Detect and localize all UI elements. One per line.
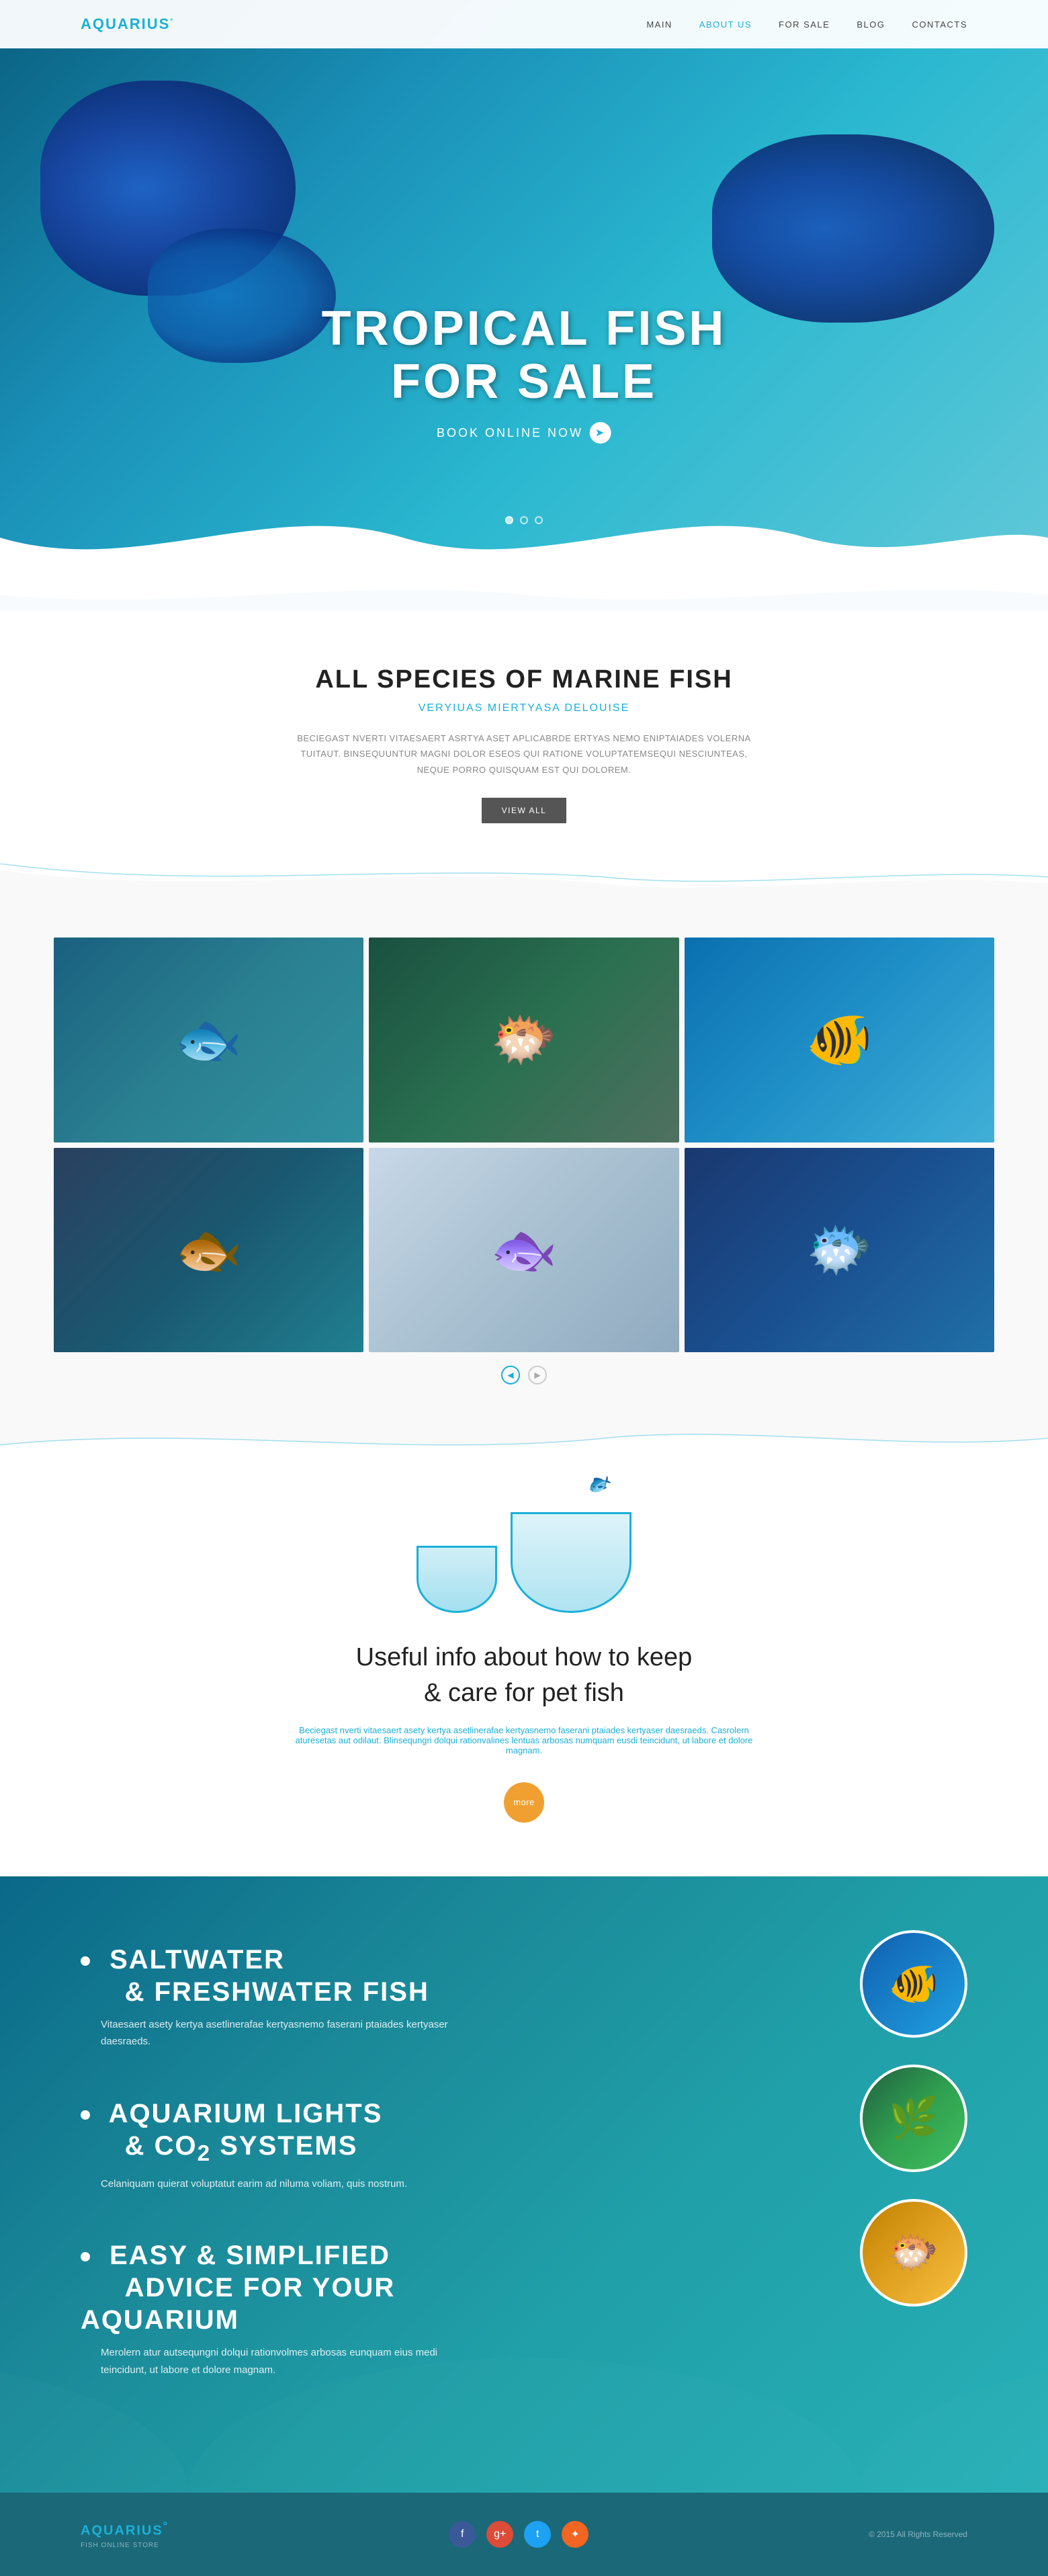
nav-links: MAIN ABOUT US FOR SALE BLOG CONTACTS	[646, 19, 967, 30]
view-all-button[interactable]: VIEW ALL	[482, 798, 567, 823]
footer-logo: AQUARIUS° FISH ONLINE STORE	[81, 2520, 169, 2549]
features-images: 🐠 🌿 🐡	[860, 1930, 967, 2307]
facebook-icon[interactable]: f	[449, 2521, 476, 2548]
nav-contacts[interactable]: CONTACTS	[912, 19, 967, 30]
hero-cta[interactable]: BOOK ONLINE NOW ➤	[322, 422, 727, 444]
nav-main[interactable]: MAIN	[646, 19, 672, 30]
fish-card-3[interactable]	[685, 938, 994, 1142]
feature-title-2: AQUARIUM LIGHTS & CO2 SYSTEMS	[81, 2097, 484, 2167]
fish-card-5[interactable]	[369, 1148, 679, 1352]
features-section: SALTWATER & FRESHWATER FISH Vitaesaert a…	[0, 1876, 1048, 2493]
fish-gallery-section: ◀ ▶	[0, 897, 1048, 1425]
hero-wave	[0, 497, 1048, 578]
twitter-icon[interactable]: t	[524, 2521, 551, 2548]
rss-icon[interactable]: ✦	[562, 2521, 588, 2548]
footer-socials: f g+ t ✦	[449, 2521, 588, 2548]
nav-blog[interactable]: BLOG	[857, 19, 885, 30]
species-section: ALL SPECIES OF MARINE FISH VERYIUAS MIER…	[0, 612, 1048, 864]
hero-title: TROPICAL FISH FOR SALE	[322, 302, 727, 409]
feature-desc-3: Merolern atur autsequngni dolqui rationv…	[81, 2344, 484, 2378]
footer: AQUARIUS° FISH ONLINE STORE f g+ t ✦ © 2…	[0, 2493, 1048, 2576]
hero-dot-2[interactable]	[520, 516, 528, 524]
gallery-prev[interactable]: ◀	[501, 1366, 520, 1384]
hero-text: TROPICAL FISH FOR SALE BOOK ONLINE NOW ➤	[322, 302, 727, 444]
features-content: SALTWATER & FRESHWATER FISH Vitaesaert a…	[81, 1944, 484, 2378]
info-section: 🐟 Useful info about how to keep & care f…	[0, 1458, 1048, 1876]
feature-bullet-3	[81, 2252, 90, 2261]
feature-item-3: EASY & SIMPLIFIED ADVICE FOR YOUR AQUARI…	[81, 2239, 484, 2378]
feature-title-1: SALTWATER & FRESHWATER FISH	[81, 1944, 484, 2008]
hero-section: TROPICAL FISH FOR SALE BOOK ONLINE NOW ➤	[0, 0, 1048, 578]
nav-for-sale[interactable]: FOR SALE	[779, 19, 830, 30]
feature-bullet-1	[81, 1956, 90, 1966]
fish-image-3	[685, 938, 994, 1142]
feature-desc-2: Celaniquam quierat voluptatut earim ad n…	[81, 2175, 484, 2193]
feature-title-3: EASY & SIMPLIFIED ADVICE FOR YOUR AQUARI…	[81, 2239, 484, 2336]
hero-cta-arrow: ➤	[590, 422, 611, 444]
feature-circle-img-2[interactable]: 🌿	[860, 2065, 967, 2172]
hero-slider-dots	[505, 516, 543, 524]
wave-divider-gallery-top	[0, 864, 1048, 897]
fish-image-5	[369, 1148, 679, 1352]
fish-card-2[interactable]	[369, 938, 679, 1142]
footer-tagline: FISH ONLINE STORE	[81, 2542, 169, 2549]
info-link-text: Beciegast nverti vitaesaert asety kertya…	[289, 1725, 759, 1755]
fish-image-1	[54, 938, 363, 1142]
fish-jumping-icon: 🐟	[582, 1467, 615, 1500]
species-heading: ALL SPECIES OF MARINE FISH	[134, 665, 914, 694]
fish-decoration-2	[712, 134, 994, 323]
bowl-large	[511, 1512, 631, 1613]
fish-card-1[interactable]	[54, 938, 363, 1142]
google-plus-icon[interactable]: g+	[486, 2521, 513, 2548]
nav-logo[interactable]: AQUARIUS°	[81, 15, 174, 33]
fish-card-6[interactable]	[685, 1148, 994, 1352]
nav-about[interactable]: ABOUT US	[699, 19, 752, 30]
footer-copyright: © 2015 All Rights Reserved	[869, 2530, 967, 2539]
hero-dot-3[interactable]	[535, 516, 543, 524]
fish-image-2	[369, 938, 679, 1142]
bowl-small	[417, 1546, 497, 1613]
fish-grid	[54, 938, 994, 1352]
navigation: AQUARIUS° MAIN ABOUT US FOR SALE BLOG CO…	[0, 0, 1048, 48]
fishbowl-illustration: 🐟	[134, 1512, 914, 1613]
feature-circle-img-1[interactable]: 🐠	[860, 1930, 967, 2038]
feature-item-1: SALTWATER & FRESHWATER FISH Vitaesaert a…	[81, 1944, 484, 2050]
hero-dot-1[interactable]	[505, 516, 513, 524]
wave-divider-gallery-bottom	[0, 1425, 1048, 1458]
fish-decoration-3	[148, 228, 336, 363]
feature-circle-img-3[interactable]: 🐡	[860, 2199, 967, 2307]
fish-image-6	[685, 1148, 994, 1352]
feature-bullet-2	[81, 2110, 90, 2120]
info-heading: Useful info about how to keep & care for…	[134, 1640, 914, 1711]
gallery-controls: ◀ ▶	[54, 1366, 994, 1398]
more-button[interactable]: more	[504, 1782, 544, 1823]
fish-image-4	[54, 1148, 363, 1352]
species-description: BECIEGAST NVERTI VITAESAERT ASRTYA ASET …	[289, 731, 759, 778]
feature-item-2: AQUARIUM LIGHTS & CO2 SYSTEMS Celaniquam…	[81, 2097, 484, 2192]
gallery-next[interactable]: ▶	[528, 1366, 547, 1384]
species-subtitle: VERYIUAS MIERTYASA DELOUISE	[134, 702, 914, 714]
feature-desc-1: Vitaesaert asety kertya asetlinerafae ke…	[81, 2016, 484, 2050]
fish-card-4[interactable]	[54, 1148, 363, 1352]
wave-divider-top	[0, 578, 1048, 612]
